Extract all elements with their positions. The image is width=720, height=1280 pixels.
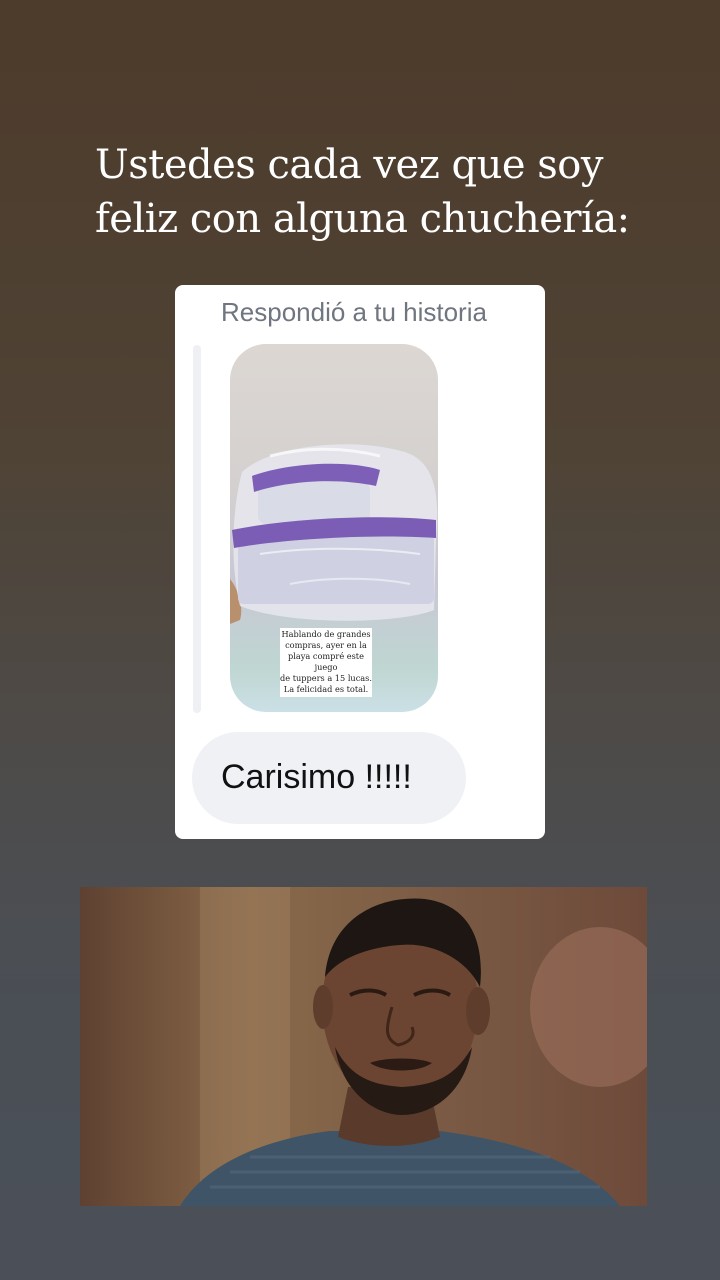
quote-bar bbox=[193, 345, 201, 713]
reply-header: Respondió a tu historia bbox=[221, 297, 487, 327]
story-caption-line: de tuppers a 15 lucas. bbox=[280, 673, 372, 683]
story-text-line-2: feliz con alguna chuchería: bbox=[95, 196, 630, 242]
story-thumbnail[interactable]: Hablando de grandes compras, ayer en la … bbox=[230, 344, 438, 712]
meme-photo bbox=[80, 887, 647, 1206]
story-caption-line: Hablando de grandes bbox=[281, 629, 371, 639]
story-caption-line: compras, ayer en la bbox=[285, 640, 367, 650]
message-text: Carisimo !!!!! bbox=[221, 758, 412, 796]
story-text: Ustedes cada vez que soy feliz con algun… bbox=[95, 138, 695, 246]
story-caption-line: La felicidad es total. bbox=[283, 684, 369, 694]
reply-card[interactable]: Respondió a tu historia Hablando de gran… bbox=[175, 285, 545, 839]
man-reaction-photo bbox=[80, 887, 647, 1206]
story-caption-line: playa compré este juego bbox=[288, 651, 364, 672]
story-text-line-1: Ustedes cada vez que soy bbox=[95, 142, 603, 188]
story-caption: Hablando de grandes compras, ayer en la … bbox=[280, 628, 372, 697]
message-bubble[interactable]: Carisimo !!!!! bbox=[192, 732, 466, 824]
